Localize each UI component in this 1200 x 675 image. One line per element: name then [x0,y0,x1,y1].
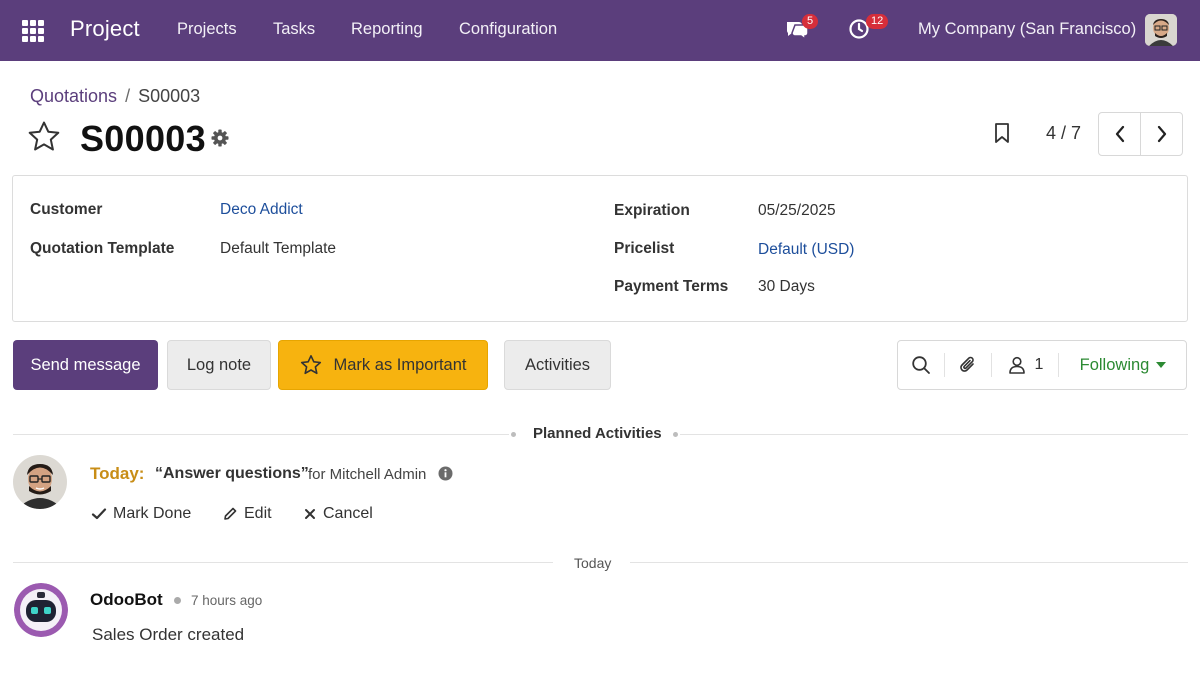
menu-reporting[interactable]: Reporting [351,20,423,39]
divider-line [630,562,1188,563]
pager-next-button[interactable] [1141,113,1182,155]
bookmark-icon[interactable] [993,122,1011,144]
menu-projects[interactable]: Projects [177,20,237,39]
pricelist-label: Pricelist [614,240,675,257]
mark-important-button[interactable]: Mark as Important [278,340,488,390]
search-messages-button[interactable] [898,341,944,389]
star-icon [300,355,321,375]
chevron-left-icon [1115,125,1124,143]
pencil-icon [224,507,237,520]
cancel-activity-button[interactable]: Cancel [303,505,373,523]
top-navbar: Project Projects Tasks Reporting Configu… [0,0,1200,61]
mark-important-label: Mark as Important [333,355,467,374]
following-toggle[interactable]: Following [1059,341,1187,389]
divider-dot [511,432,516,437]
activity-user-avatar[interactable] [13,455,67,509]
attachments-button[interactable] [945,341,991,389]
robot-icon [14,583,68,637]
pager-previous-button[interactable] [1099,113,1141,155]
activities-schedule-button[interactable]: Activities [504,340,611,390]
page-title: S00003 [80,118,206,159]
menu-configuration[interactable]: Configuration [459,20,557,39]
pager-buttons [1098,112,1183,156]
message-timestamp: 7 hours ago [191,593,263,608]
paperclip-icon [960,356,974,372]
customer-field[interactable]: Deco Addict [220,201,303,219]
form-sheet: Customer Deco Addict Quotation Template … [12,175,1188,322]
edit-activity-button[interactable]: Edit [222,505,272,523]
activity-assignee: for Mitchell Admin [308,466,427,483]
chevron-right-icon [1157,125,1166,143]
divider-line [680,434,1188,435]
activity-due-label: Today: [90,464,145,483]
user-icon [1008,356,1025,374]
send-message-button[interactable]: Send message [13,340,158,390]
payment-terms-field[interactable]: 30 Days [758,278,815,296]
cancel-label: Cancel [323,505,373,522]
followers-count: 1 [1034,356,1044,373]
planned-activities-heading: Planned Activities [533,425,662,442]
breadcrumb-quotations[interactable]: Quotations [30,86,117,106]
mark-done-label: Mark Done [113,505,192,522]
customer-label: Customer [30,201,103,218]
check-icon [91,508,107,520]
gear-icon[interactable] [210,128,230,148]
message-body: Sales Order created [92,625,245,644]
menu-tasks[interactable]: Tasks [273,20,315,39]
company-switcher[interactable]: My Company (San Francisco) [918,20,1136,39]
caret-down-icon [1156,361,1167,368]
divider-line [13,434,509,435]
divider-line [13,562,553,563]
quotation-template-field[interactable]: Default Template [220,240,336,258]
info-icon[interactable] [438,466,453,481]
chatter-toolbar: 1 Following [897,340,1187,390]
app-menu-icon[interactable] [22,20,44,42]
log-note-button[interactable]: Log note [167,340,271,390]
breadcrumb-separator: / [125,86,131,106]
pager-value[interactable]: 4 / 7 [1046,123,1081,144]
expiration-field[interactable]: 05/25/2025 [758,202,836,220]
messages-badge: 5 [802,14,819,29]
expiration-label: Expiration [614,202,690,219]
edit-label: Edit [244,505,272,522]
mark-done-button[interactable]: Mark Done [91,505,191,523]
pricelist-field[interactable]: Default (USD) [758,241,854,259]
close-icon [305,509,315,519]
divider-dot [673,432,678,437]
message-author[interactable]: OdooBot [90,590,163,610]
favorite-star-icon[interactable] [27,120,61,154]
user-photo [1145,14,1177,46]
user-photo [13,455,67,509]
activities-button[interactable]: 12 [848,14,889,46]
breadcrumb-current: S00003 [138,86,201,106]
activities-badge: 12 [866,14,889,29]
payment-terms-label: Payment Terms [614,278,729,295]
messages-button[interactable]: 5 [784,14,819,46]
user-avatar[interactable] [1145,14,1177,46]
date-separator: Today [574,555,612,571]
quotation-template-label: Quotation Template [30,240,175,257]
search-icon [912,356,930,374]
breadcrumb: Quotations / S00003 [30,86,200,107]
followers-button[interactable]: 1 [992,341,1058,389]
odoobot-avatar[interactable] [14,583,68,637]
following-label: Following [1079,355,1150,374]
status-dot [174,597,181,604]
activity-summary: “Answer questions” [155,465,309,482]
app-brand[interactable]: Project [70,16,140,42]
